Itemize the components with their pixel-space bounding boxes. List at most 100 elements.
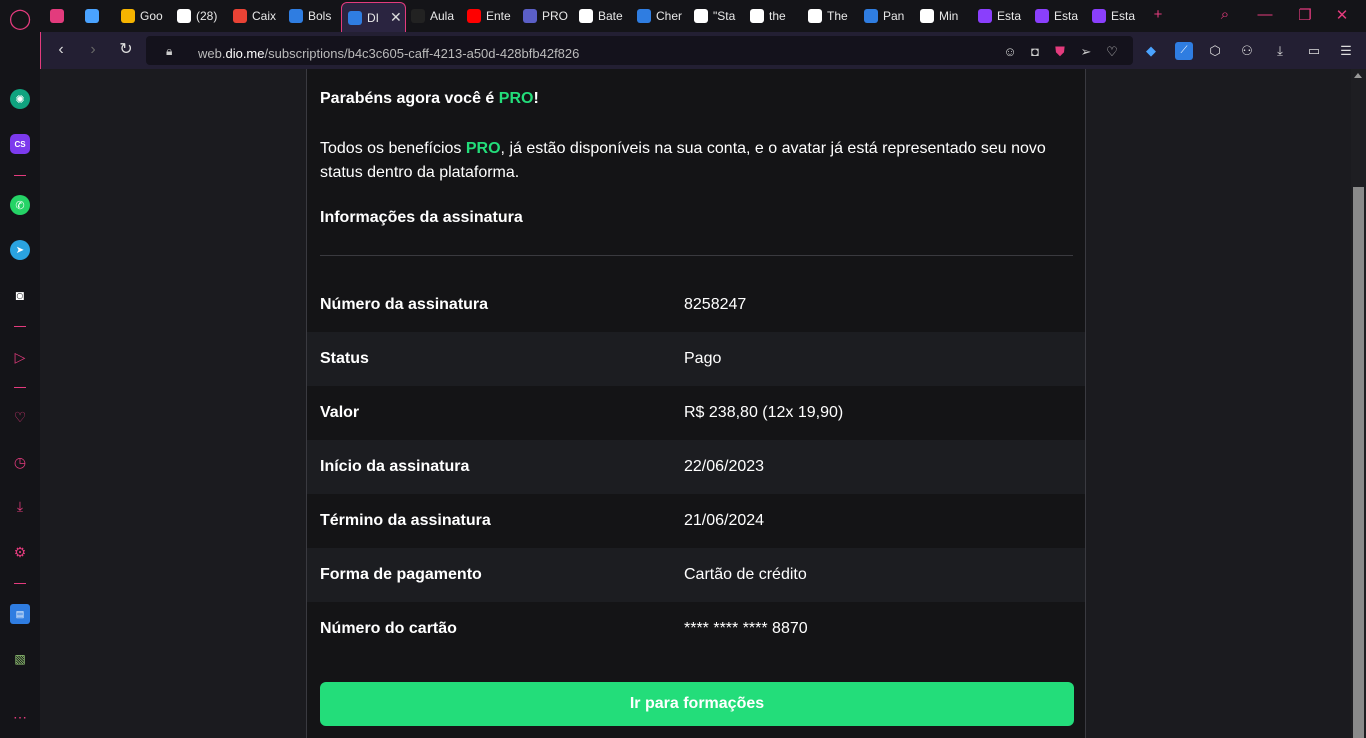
bookmark-heart-icon[interactable]: ♡ — [1104, 44, 1120, 60]
reload-icon[interactable]: ↻ — [116, 40, 136, 60]
tab[interactable]: Bate — [579, 4, 624, 28]
row-value: 8258247 — [684, 296, 747, 313]
url-text[interactable]: web.dio.me/subscriptions/b4c3c605-caff-4… — [198, 46, 579, 61]
tab[interactable]: Ente — [467, 4, 512, 28]
tab[interactable]: Cher — [637, 4, 682, 28]
os-icon — [694, 9, 708, 23]
more-icon[interactable]: ⋯ — [10, 707, 30, 727]
tab[interactable]: DI ✕ — [341, 2, 406, 32]
search-tabs-icon[interactable]: ⌕ — [1215, 6, 1235, 26]
tab-label: Goo — [140, 9, 163, 23]
diamond-icon[interactable]: ◆ — [1142, 42, 1160, 60]
tab[interactable]: Aula — [411, 4, 456, 28]
row-value: 21/06/2024 — [684, 512, 765, 529]
tab-label: Esta — [997, 9, 1022, 23]
table-row: Status Pago — [307, 332, 1085, 386]
table-row: Início da assinatura 22/06/2023 — [307, 440, 1085, 494]
close-window-icon[interactable]: ✕ — [1332, 6, 1352, 26]
settings-icon[interactable]: ⚙ — [10, 542, 30, 562]
download-icon[interactable]: ⤓ — [10, 496, 30, 516]
tab[interactable]: Pan — [864, 4, 909, 28]
tab[interactable]: Esta — [978, 4, 1023, 28]
row-label: Forma de pagamento — [320, 566, 482, 583]
back-icon[interactable]: ‹ — [51, 40, 71, 60]
page-viewport: Parabéns agora você é PRO! Todos os bene… — [40, 69, 1351, 738]
cube-icon[interactable]: ⬡ — [1206, 42, 1224, 60]
forward-icon[interactable]: › — [83, 40, 103, 60]
keep-icon — [121, 9, 135, 23]
tab[interactable]: the — [750, 4, 795, 28]
telegram-icon[interactable]: ➤ — [10, 240, 30, 260]
url-field[interactable]: 🔒︎ web.dio.me/subscriptions/b4c3c605-caf… — [146, 36, 1133, 65]
tab-label: Bols — [308, 9, 332, 23]
row-label: Término da assinatura — [320, 512, 491, 529]
shield-icon[interactable]: ⛊ — [1052, 44, 1068, 60]
google-icon — [750, 9, 764, 23]
lock-icon: 🔒︎ — [166, 44, 173, 58]
w-icon — [177, 9, 191, 23]
row-value: Pago — [684, 350, 722, 367]
row-label: Valor — [320, 404, 360, 421]
address-bar: ‹ › ↻ 🔒︎ web.dio.me/subscriptions/b4c3c6… — [40, 32, 1366, 69]
tab[interactable]: Bols — [289, 4, 334, 28]
table-row: Número da assinatura 8258247 — [307, 278, 1085, 332]
congrats-heading: Parabéns agora você é PRO! — [320, 90, 539, 107]
app-icon[interactable]: ▤ — [10, 604, 30, 624]
u-icon — [1035, 9, 1049, 23]
sidebar-separator — [14, 583, 26, 584]
chatgpt-icon[interactable]: ✺ — [10, 89, 30, 109]
new-tab-icon[interactable]: + — [1148, 6, 1168, 26]
tab-label: Bate — [598, 9, 623, 23]
cs-icon[interactable]: CS — [10, 134, 30, 154]
emoji-icon[interactable]: ☺ — [1002, 44, 1018, 60]
gamepad-icon — [50, 9, 64, 23]
gmail-icon — [233, 9, 247, 23]
downloads-icon[interactable]: ⤓ — [1271, 42, 1289, 60]
close-icon[interactable]: ✕ — [390, 9, 402, 26]
tab-label: the — [769, 9, 786, 23]
whatsapp-icon[interactable]: ✆ — [10, 195, 30, 215]
extension-icon[interactable]: ⟋ — [1175, 42, 1193, 60]
tab-label: (28) — [196, 9, 218, 23]
teams-icon — [523, 9, 537, 23]
tab-label: Ente — [486, 9, 511, 23]
tab[interactable]: PRO — [523, 4, 568, 28]
scroll-up-arrow-icon[interactable] — [1354, 73, 1362, 78]
tab[interactable]: Esta — [1035, 4, 1080, 28]
minimize-icon[interactable]: — — [1255, 6, 1275, 26]
share-icon[interactable]: ➢ — [1078, 44, 1094, 60]
divider — [320, 255, 1073, 256]
dio-icon — [348, 10, 362, 25]
tab[interactable] — [85, 4, 105, 28]
history-icon[interactable]: ◷ — [10, 452, 30, 472]
tab[interactable]: (28) — [177, 4, 222, 28]
tab[interactable]: Min — [920, 4, 965, 28]
tab[interactable]: Goo — [121, 4, 166, 28]
go-to-courses-button[interactable]: Ir para formações — [320, 682, 1074, 726]
profile-icon[interactable]: ⚇ — [1238, 42, 1256, 60]
camera-icon[interactable]: ◘ — [1027, 44, 1043, 60]
page-scrollbar[interactable] — [1351, 69, 1366, 738]
tab[interactable]: The — [808, 4, 853, 28]
battery-icon[interactable]: ▭ — [1305, 42, 1323, 60]
google-icon — [920, 9, 934, 23]
send-icon[interactable]: ▷ — [10, 347, 30, 367]
tab[interactable]: Caix — [233, 4, 278, 28]
scroll-thumb[interactable] — [1353, 187, 1364, 738]
heart-icon[interactable]: ♡ — [10, 407, 30, 427]
os-icon — [808, 9, 822, 23]
tab[interactable] — [50, 4, 70, 28]
restore-icon[interactable]: ❐ — [1295, 6, 1315, 26]
row-value: Cartão de crédito — [684, 566, 807, 583]
tab-label: Min — [939, 9, 959, 23]
row-label: Número do cartão — [320, 620, 457, 637]
notes-icon[interactable]: ▧ — [10, 649, 30, 669]
discord-icon[interactable]: ◙ — [10, 285, 30, 305]
tab-label: "Sta — [713, 9, 736, 23]
tab[interactable]: "Sta — [694, 4, 739, 28]
tab[interactable]: Esta — [1092, 4, 1137, 28]
edge-icon — [289, 9, 303, 23]
opera-logo-icon[interactable]: ◯ — [9, 8, 31, 30]
easy-setup-icon[interactable]: ☰ — [1337, 42, 1355, 60]
edge-icon — [637, 9, 651, 23]
